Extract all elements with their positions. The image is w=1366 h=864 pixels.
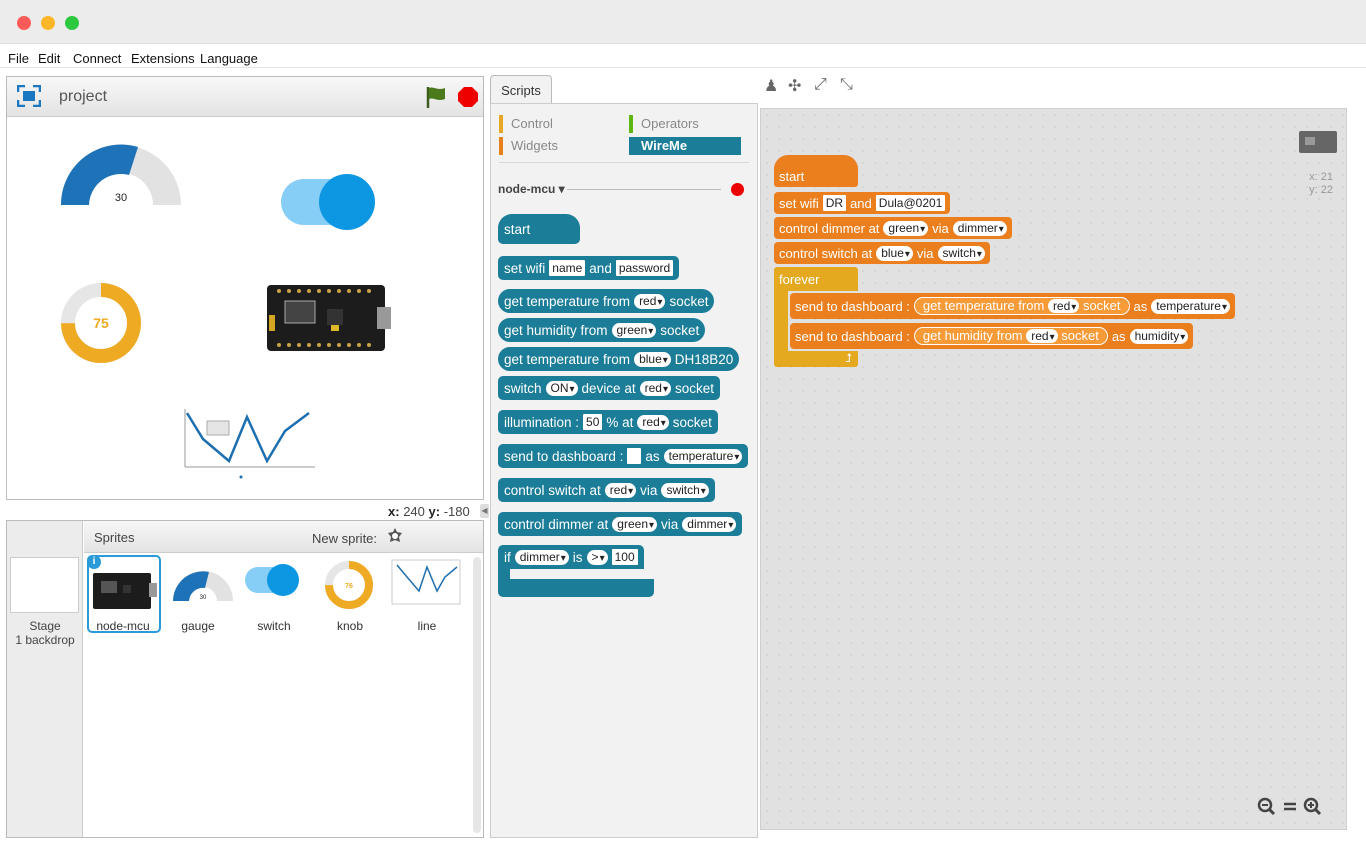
menu-file[interactable]: File (8, 51, 29, 66)
switch-widget[interactable] (281, 174, 375, 230)
sprite-knob[interactable]: 76 (321, 555, 393, 627)
shrink-tool-icon[interactable]: ⤡ (840, 76, 853, 94)
stage-toolbar: project (7, 77, 483, 117)
tab-scripts[interactable]: Scripts (490, 75, 552, 104)
script-control-switch[interactable]: control switch atblueviaswitch (774, 242, 990, 264)
category-control[interactable]: Control (499, 115, 553, 133)
menu-edit[interactable]: Edit (38, 51, 60, 66)
stage-backdrop-count: 1 backdrop (15, 633, 75, 647)
window-titlebar (0, 0, 1366, 44)
block-get-humidity[interactable]: get humidity fromgreensocket (498, 318, 706, 342)
block-switch-device[interactable]: switchONdevice atredsocket (498, 376, 720, 400)
sprites-title: Sprites (94, 530, 135, 545)
close-window-button[interactable] (17, 16, 31, 30)
category-operators[interactable]: Operators (629, 115, 699, 133)
new-sprite-label: New sprite: (312, 531, 378, 546)
block-control-switch[interactable]: control switch atredviaswitch (498, 478, 715, 502)
info-icon[interactable]: i (87, 555, 101, 569)
green-flag-icon[interactable] (425, 85, 447, 109)
device-dropdown[interactable]: node-mcu ▾ (498, 182, 565, 196)
sprite-label-node-mcu: node-mcu (96, 619, 150, 633)
block-send-to-dashboard[interactable]: send to dashboard : as temperature (498, 444, 749, 468)
gauge-value: 30 (115, 192, 127, 204)
sprite-label-knob: knob (336, 619, 364, 633)
nodemcu-board-image[interactable] (267, 283, 391, 353)
sprite-scrollbar[interactable] (473, 557, 481, 833)
sprite-gauge[interactable]: 30 (167, 555, 239, 627)
category-widgets[interactable]: Widgets (499, 137, 558, 155)
script-set-wifi[interactable]: set wifi DR and Dula@0201 (774, 192, 951, 214)
minimize-window-button[interactable] (41, 16, 55, 30)
block-get-temperature[interactable]: get temperature fromredsocket (498, 289, 715, 313)
stage-label: Stage (29, 619, 61, 633)
script-start[interactable]: start (774, 155, 858, 187)
zoom-controls (1257, 797, 1329, 819)
sprite-x: x: 21 (1309, 171, 1333, 183)
nodemcu-thumb-icon (93, 573, 157, 609)
script-send-temperature[interactable]: send to dashboard : get temperature from … (790, 293, 1235, 319)
sprites-header: Sprites New sprite: (84, 521, 483, 553)
menu-bar: File Edit Connect Extensions Language (0, 46, 1366, 68)
stage-column: Stage 1 backdrop (7, 521, 83, 837)
zoom-window-button[interactable] (65, 16, 79, 30)
knob-value: 75 (93, 315, 109, 331)
knob-widget[interactable]: 75 (59, 281, 143, 365)
sprite-label-switch: switch (257, 619, 291, 633)
mouse-x: 240 (403, 504, 425, 519)
block-control-dimmer[interactable]: control dimmer atgreenviadimmer (498, 512, 743, 536)
device-line (567, 189, 721, 190)
menu-extensions[interactable]: Extensions (131, 51, 195, 66)
collapse-stage-handle[interactable]: ◀ (480, 504, 489, 518)
line-chart-widget[interactable] (171, 405, 321, 485)
block-start[interactable]: start (498, 214, 580, 244)
script-area[interactable]: x: 21 y: 22 start set wifi DR and Dula@0201… (760, 108, 1347, 830)
zoom-in-icon[interactable] (1303, 797, 1323, 817)
block-palette: Control Operators Widgets WireMe node-mc… (490, 103, 758, 838)
zoom-out-icon[interactable] (1257, 797, 1277, 817)
stage-panel: project 30 75 (6, 76, 484, 500)
fullscreen-icon[interactable] (17, 85, 41, 107)
zoom-reset-icon[interactable] (1281, 797, 1301, 817)
block-get-temperature-dh[interactable]: get temperature fromblueDH18B20 (498, 347, 740, 371)
menu-language[interactable]: Language (200, 51, 258, 66)
stop-icon[interactable] (457, 86, 479, 108)
cursor-tools: ♟ ✣ ⤢ ⤡ (764, 76, 864, 96)
menu-connect[interactable]: Connect (73, 51, 121, 66)
script-send-humidity[interactable]: send to dashboard : get humidity from red… (790, 323, 1194, 349)
mouse-y: -180 (443, 504, 470, 519)
knob-thumb-value: 76 (345, 583, 353, 590)
delete-tool-icon[interactable]: ✣ (788, 76, 801, 96)
switch-knob (319, 174, 375, 230)
sprite-panel: Stage 1 backdrop Sprites New sprite: i n… (6, 520, 484, 838)
sprite-y: y: 22 (1309, 184, 1333, 196)
category-divider (499, 162, 749, 163)
duplicate-tool-icon[interactable]: ♟ (764, 76, 778, 96)
stage-coordinates: x: 240 y: -180 (388, 504, 470, 519)
gauge-thumb-value: 30 (200, 595, 207, 601)
sprite-label-line: line (417, 619, 437, 633)
connection-status-icon (731, 183, 744, 196)
block-if[interactable]: ifdimmeris>100 (498, 545, 654, 597)
block-illumination[interactable]: illumination :50% atredsocket (498, 410, 718, 434)
sprite-preview-icon (1299, 131, 1337, 153)
block-set-wifi[interactable]: set wifi name and password (498, 256, 680, 280)
project-name[interactable]: project (59, 88, 107, 106)
stage-thumbnail[interactable] (10, 557, 79, 613)
script-control-dimmer[interactable]: control dimmer atgreenviadimmer (774, 217, 1012, 239)
grow-tool-icon[interactable]: ⤢ (814, 76, 827, 94)
sprite-label-gauge: gauge (181, 619, 215, 633)
category-wireme[interactable]: WireMe (629, 137, 741, 155)
gauge-widget[interactable]: 30 (57, 135, 187, 210)
sprite-library-icon[interactable] (386, 526, 404, 546)
